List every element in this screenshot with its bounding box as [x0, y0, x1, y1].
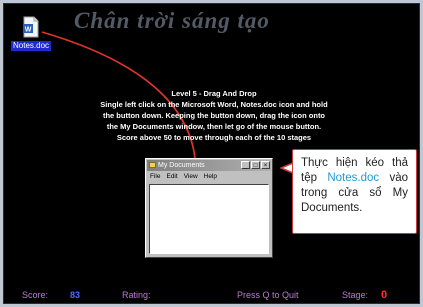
quit-hint: Press Q to Quit: [237, 290, 299, 300]
window-drop-area[interactable]: [149, 184, 269, 254]
score-value: 83: [70, 290, 81, 300]
my-documents-window[interactable]: My Documents _ □ × File Edit View Help: [145, 158, 273, 258]
instruction-line: the My Documents window, then let go of …: [106, 122, 322, 131]
instruction-line: the button down. Keeping the button down…: [102, 111, 326, 120]
instructions-text: Level 5 - Drag And Drop Single left clic…: [89, 88, 339, 143]
instruction-line: Score above 50 to move through each of t…: [116, 133, 312, 142]
menu-view[interactable]: View: [184, 172, 198, 182]
menu-help[interactable]: Help: [204, 172, 217, 182]
callout-filename: Notes.doc: [327, 172, 380, 184]
minimize-button[interactable]: _: [241, 161, 250, 169]
maximize-button[interactable]: □: [251, 161, 260, 169]
stage-label: Stage:: [342, 290, 369, 300]
level-title: Level 5 - Drag And Drop: [171, 89, 257, 98]
window-menu-bar: File Edit View Help: [146, 172, 272, 182]
menu-edit[interactable]: Edit: [166, 172, 177, 182]
game-screen: Chân trời sáng tạo W Notes.doc Level 5 -…: [3, 3, 420, 304]
folder-icon: [149, 162, 156, 168]
rating-label: Rating:: [122, 290, 151, 300]
window-title: My Documents: [158, 162, 205, 169]
status-bar: Score: 83 Rating: Press Q to Quit Stage:…: [4, 287, 419, 303]
menu-file[interactable]: File: [150, 172, 160, 182]
instruction-line: Single left click on the Microsoft Word,…: [100, 100, 328, 109]
instruction-callout: Thực hiện kéo thả tệp Notes.doc vào tron…: [292, 149, 417, 234]
window-title-bar[interactable]: My Documents _ □ ×: [147, 160, 271, 171]
score-label: Score:: [22, 290, 49, 300]
stage-value: 0: [381, 289, 388, 301]
close-button[interactable]: ×: [261, 161, 270, 169]
